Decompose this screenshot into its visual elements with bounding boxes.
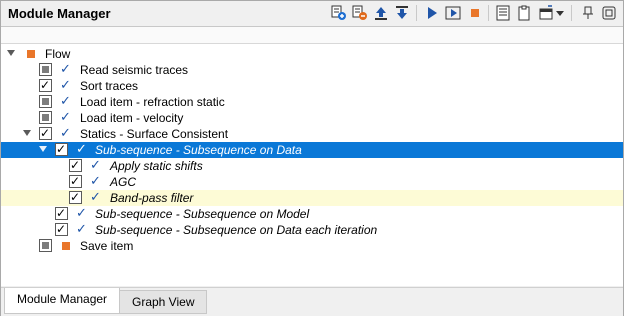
toolbar-separator xyxy=(488,5,489,21)
tree-item-label: Save item xyxy=(80,239,134,253)
module-checkbox[interactable] xyxy=(39,111,52,124)
check-icon: ✓ xyxy=(90,190,101,205)
check-icon: ✓ xyxy=(60,94,71,109)
tree-item-agc[interactable]: ✓ AGC xyxy=(1,174,623,190)
tree-item-label: Sub-sequence - Subsequence on Data xyxy=(95,143,302,157)
run-step-icon[interactable] xyxy=(443,3,463,23)
clipboard-icon[interactable] xyxy=(514,3,534,23)
expand-arrow-icon[interactable] xyxy=(39,146,47,152)
module-checkbox[interactable] xyxy=(39,63,52,76)
tree-item-label: Flow xyxy=(45,47,71,61)
check-icon: ✓ xyxy=(60,62,71,77)
check-icon: ✓ xyxy=(76,222,87,237)
toolbar-separator xyxy=(416,5,417,21)
module-tree[interactable]: Flow ✓ Read seismic traces ✓ Sort traces… xyxy=(1,44,623,286)
module-checkbox[interactable] xyxy=(55,142,68,156)
move-down-icon[interactable] xyxy=(392,3,412,23)
dropdown-icon[interactable] xyxy=(554,3,566,23)
check-icon: ✓ xyxy=(60,126,71,141)
tree-item-flow[interactable]: Flow xyxy=(1,46,623,62)
stop-icon[interactable] xyxy=(465,3,485,23)
tab-graph-view[interactable]: Graph View xyxy=(119,290,208,314)
module-checkbox[interactable] xyxy=(55,222,68,236)
tree-item-label: Apply static shifts xyxy=(110,159,203,173)
tree-item-label: AGC xyxy=(110,175,137,189)
title-bar: Module Manager xyxy=(1,1,623,27)
tree-item-label: Read seismic traces xyxy=(80,63,189,77)
window-options-icon[interactable] xyxy=(536,3,556,23)
tree-item-label: Load item - velocity xyxy=(80,111,184,125)
tab-module-manager[interactable]: Module Manager xyxy=(4,288,121,314)
check-icon: ✓ xyxy=(60,110,71,125)
module-checkbox[interactable] xyxy=(69,158,82,172)
tree-item-subsequence-on-model[interactable]: ✓ Sub-sequence - Subsequence on Model xyxy=(1,206,623,222)
toolbar-separator xyxy=(571,5,572,21)
bottom-tab-bar: Module Manager Graph View xyxy=(1,287,623,316)
module-checkbox[interactable] xyxy=(55,206,68,220)
module-square-icon xyxy=(27,50,35,58)
tree-item-label: Band-pass filter xyxy=(110,191,194,205)
check-icon: ✓ xyxy=(90,158,101,173)
tree-item-subsequence-on-data[interactable]: ✓ Sub-sequence - Subsequence on Data xyxy=(1,142,623,158)
module-checkbox[interactable] xyxy=(39,126,52,140)
module-checkbox[interactable] xyxy=(39,239,52,252)
tree-item-load-velocity[interactable]: ✓ Load item - velocity xyxy=(1,110,623,126)
tree-item-label: Sub-sequence - Subsequence on Data each … xyxy=(95,223,378,237)
expand-arrow-icon[interactable] xyxy=(7,50,15,56)
module-manager-window: Module Manager Flow ✓ Read seismic trace… xyxy=(0,0,624,316)
tree-item-apply-static-shifts[interactable]: ✓ Apply static shifts xyxy=(1,158,623,174)
tree-item-read-seismic-traces[interactable]: ✓ Read seismic traces xyxy=(1,62,623,78)
add-module-icon[interactable] xyxy=(329,3,349,23)
module-checkbox[interactable] xyxy=(39,78,52,92)
module-checkbox[interactable] xyxy=(39,95,52,108)
tree-item-load-refraction-static[interactable]: ✓ Load item - refraction static xyxy=(1,94,623,110)
move-up-icon[interactable] xyxy=(371,3,391,23)
remove-module-icon[interactable] xyxy=(350,3,370,23)
expand-arrow-icon[interactable] xyxy=(23,130,31,136)
log-icon[interactable] xyxy=(493,3,513,23)
module-square-icon xyxy=(62,242,70,250)
run-icon[interactable] xyxy=(422,3,442,23)
tree-item-label: Sort traces xyxy=(80,79,139,93)
module-checkbox[interactable] xyxy=(69,190,82,204)
check-icon: ✓ xyxy=(76,142,87,157)
window-title: Module Manager xyxy=(8,6,111,21)
float-window-icon[interactable] xyxy=(599,3,619,23)
tree-item-sort-traces[interactable]: ✓ Sort traces xyxy=(1,78,623,94)
tree-item-label: Load item - refraction static xyxy=(80,95,225,109)
tree-column-header xyxy=(1,27,623,44)
pin-icon[interactable] xyxy=(578,3,598,23)
check-icon: ✓ xyxy=(90,174,101,189)
tree-item-save-item[interactable]: Save item xyxy=(1,238,623,254)
tree-item-label: Sub-sequence - Subsequence on Model xyxy=(95,207,310,221)
check-icon: ✓ xyxy=(76,206,87,221)
tree-item-band-pass-filter[interactable]: ✓ Band-pass filter xyxy=(1,190,623,206)
tree-item-subsequence-each-iteration[interactable]: ✓ Sub-sequence - Subsequence on Data eac… xyxy=(1,222,623,238)
tree-item-label: Statics - Surface Consistent xyxy=(80,127,229,141)
tree-item-statics-surface-consistent[interactable]: ✓ Statics - Surface Consistent xyxy=(1,126,623,142)
module-checkbox[interactable] xyxy=(69,174,82,188)
check-icon: ✓ xyxy=(60,78,71,93)
